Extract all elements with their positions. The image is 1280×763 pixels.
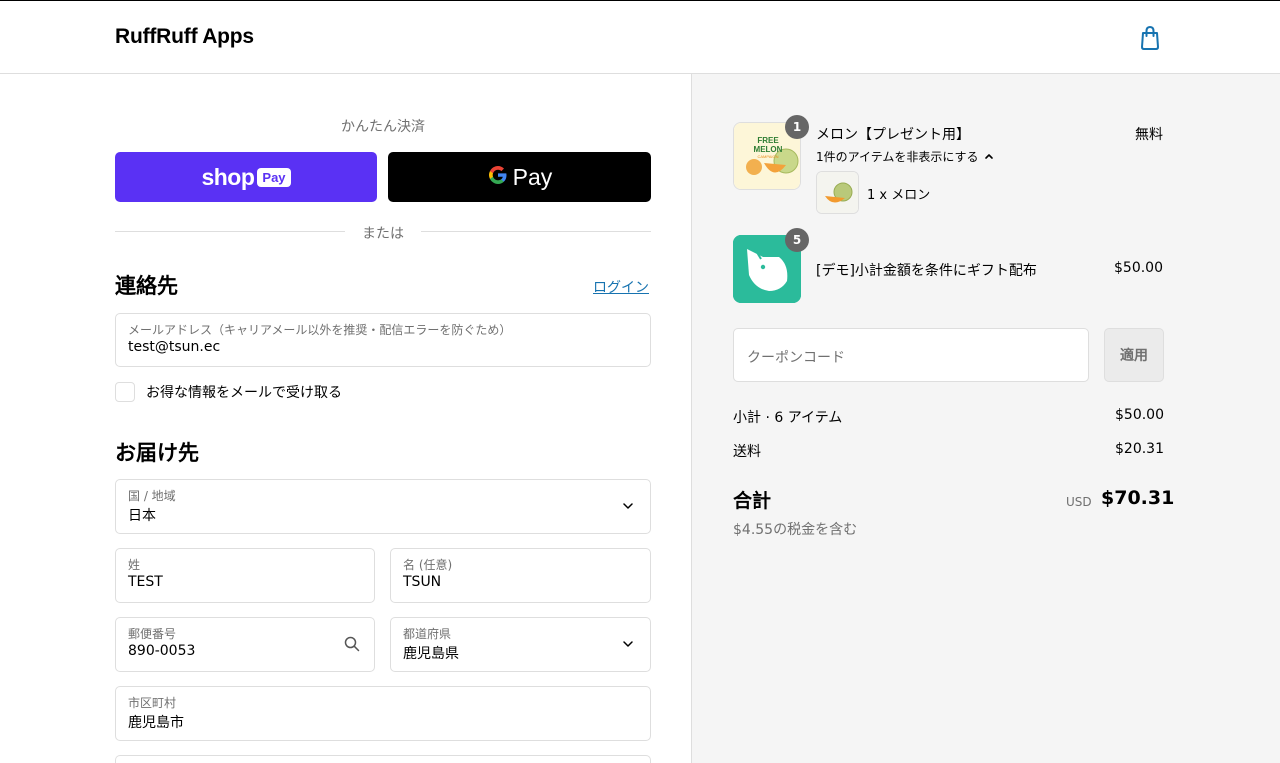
shipping-row: 送料 $20.31 — [733, 441, 1164, 461]
google-g-icon — [487, 164, 509, 190]
thumb-melon-text: MELON — [754, 145, 783, 154]
hide-items-toggle[interactable]: 1件のアイテムを非表示にする — [816, 148, 994, 165]
divider-line-right — [421, 231, 651, 232]
subtotal-label: 小計 · 6 アイテム — [733, 410, 843, 426]
delivery-section-title: お届け先 — [115, 441, 199, 465]
city-field[interactable]: 市区町村 鹿児島市 — [115, 686, 651, 741]
item-name: [デモ]小計金額を条件にギフト配布 — [816, 263, 1037, 279]
first-name-value[interactable]: TSUN — [403, 574, 441, 590]
city-label: 市区町村 — [128, 696, 177, 710]
subtotal-row: 小計 · 6 アイテム $50.00 — [733, 407, 1164, 427]
last-name-field[interactable]: 姓 TEST — [115, 548, 375, 603]
shop-pay-button[interactable]: shop Pay — [115, 152, 377, 202]
shop-pay-word: shop — [201, 163, 255, 190]
email-field[interactable]: メールアドレス（キャリアメール以外を推奨・配信エラーを防ぐため） test@ts… — [115, 313, 651, 367]
address-field[interactable] — [115, 755, 651, 763]
chevron-down-icon — [620, 498, 636, 514]
tax-note: $4.55の税金を含む — [733, 522, 858, 538]
order-summary: FREE MELON CAMPAIGN 1 メロン【プレゼント用】 無料 1件の… — [691, 74, 1280, 763]
country-select[interactable]: 国 / 地域 日本 — [115, 479, 651, 534]
coupon-code-input[interactable]: クーポンコード — [733, 328, 1089, 382]
apply-coupon-button[interactable]: 適用 — [1104, 328, 1164, 382]
total-currency: USD — [1066, 495, 1092, 509]
thumb-campaign-text: CAMPAIGN — [757, 154, 778, 159]
checkout-form: かんたん決済 shop Pay Pay または 連絡先 ログイン メールアドレス… — [0, 74, 691, 763]
country-value: 日本 — [128, 508, 156, 524]
first-name-label: 名 (任意) — [403, 558, 453, 572]
brand-logo[interactable]: RuffRuff Apps — [115, 25, 254, 49]
email-field-label: メールアドレス（キャリアメール以外を推奨・配信エラーを防ぐため） — [128, 323, 512, 337]
prefecture-select[interactable]: 都道府県 鹿児島県 — [390, 617, 651, 672]
postal-code-value[interactable]: 890-0053 — [128, 643, 195, 659]
melon-image — [817, 172, 858, 213]
email-field-value[interactable]: test@tsun.ec — [128, 339, 220, 355]
hide-items-label: 1件のアイテムを非表示にする — [816, 150, 979, 164]
chevron-up-icon — [984, 150, 994, 164]
country-label: 国 / 地域 — [128, 489, 176, 503]
chevron-down-icon — [620, 636, 636, 652]
login-link[interactable]: ログイン — [593, 277, 649, 297]
express-checkout-title: かんたん決済 — [341, 119, 425, 135]
shop-pay-badge: Pay — [257, 167, 291, 187]
shopping-bag-icon[interactable] — [1138, 25, 1162, 51]
search-icon[interactable] — [344, 636, 360, 652]
contact-section-title: 連絡先 — [115, 274, 178, 298]
sub-item-name: 1 x メロン — [867, 188, 931, 203]
subtotal-value: $50.00 — [1115, 407, 1164, 423]
prefecture-value: 鹿児島県 — [403, 646, 459, 662]
item-quantity-badge: 5 — [785, 228, 809, 252]
first-name-field[interactable]: 名 (任意) TSUN — [390, 548, 651, 603]
shipping-value: $20.31 — [1115, 441, 1164, 457]
or-divider: または — [115, 222, 651, 242]
sub-item-thumbnail — [816, 171, 859, 214]
item-price: 無料 — [1135, 127, 1163, 143]
postal-code-label: 郵便番号 — [128, 627, 177, 641]
google-pay-button[interactable]: Pay — [388, 152, 651, 202]
newsletter-label: お得な情報をメールで受け取る — [146, 385, 342, 401]
or-divider-text: または — [362, 226, 404, 242]
total-label: 合計 — [733, 490, 772, 512]
google-pay-label: Pay — [512, 163, 553, 190]
thumb-free-text: FREE — [757, 136, 779, 145]
city-value[interactable]: 鹿児島市 — [128, 712, 184, 732]
last-name-value[interactable]: TEST — [128, 574, 163, 590]
coupon-placeholder: クーポンコード — [747, 350, 845, 366]
item-name: メロン【プレゼント用】 — [816, 127, 970, 143]
site-header: RuffRuff Apps — [0, 1, 1280, 74]
newsletter-option[interactable]: お得な情報をメールで受け取る — [115, 382, 342, 402]
item-price: $50.00 — [1114, 260, 1163, 276]
item-quantity-badge: 1 — [785, 115, 809, 139]
shipping-label: 送料 — [733, 444, 761, 460]
newsletter-checkbox[interactable] — [115, 382, 135, 402]
last-name-label: 姓 — [128, 558, 141, 572]
total-amount: $70.31 — [1101, 487, 1175, 509]
prefecture-label: 都道府県 — [403, 627, 452, 641]
postal-code-field[interactable]: 郵便番号 890-0053 — [115, 617, 375, 672]
